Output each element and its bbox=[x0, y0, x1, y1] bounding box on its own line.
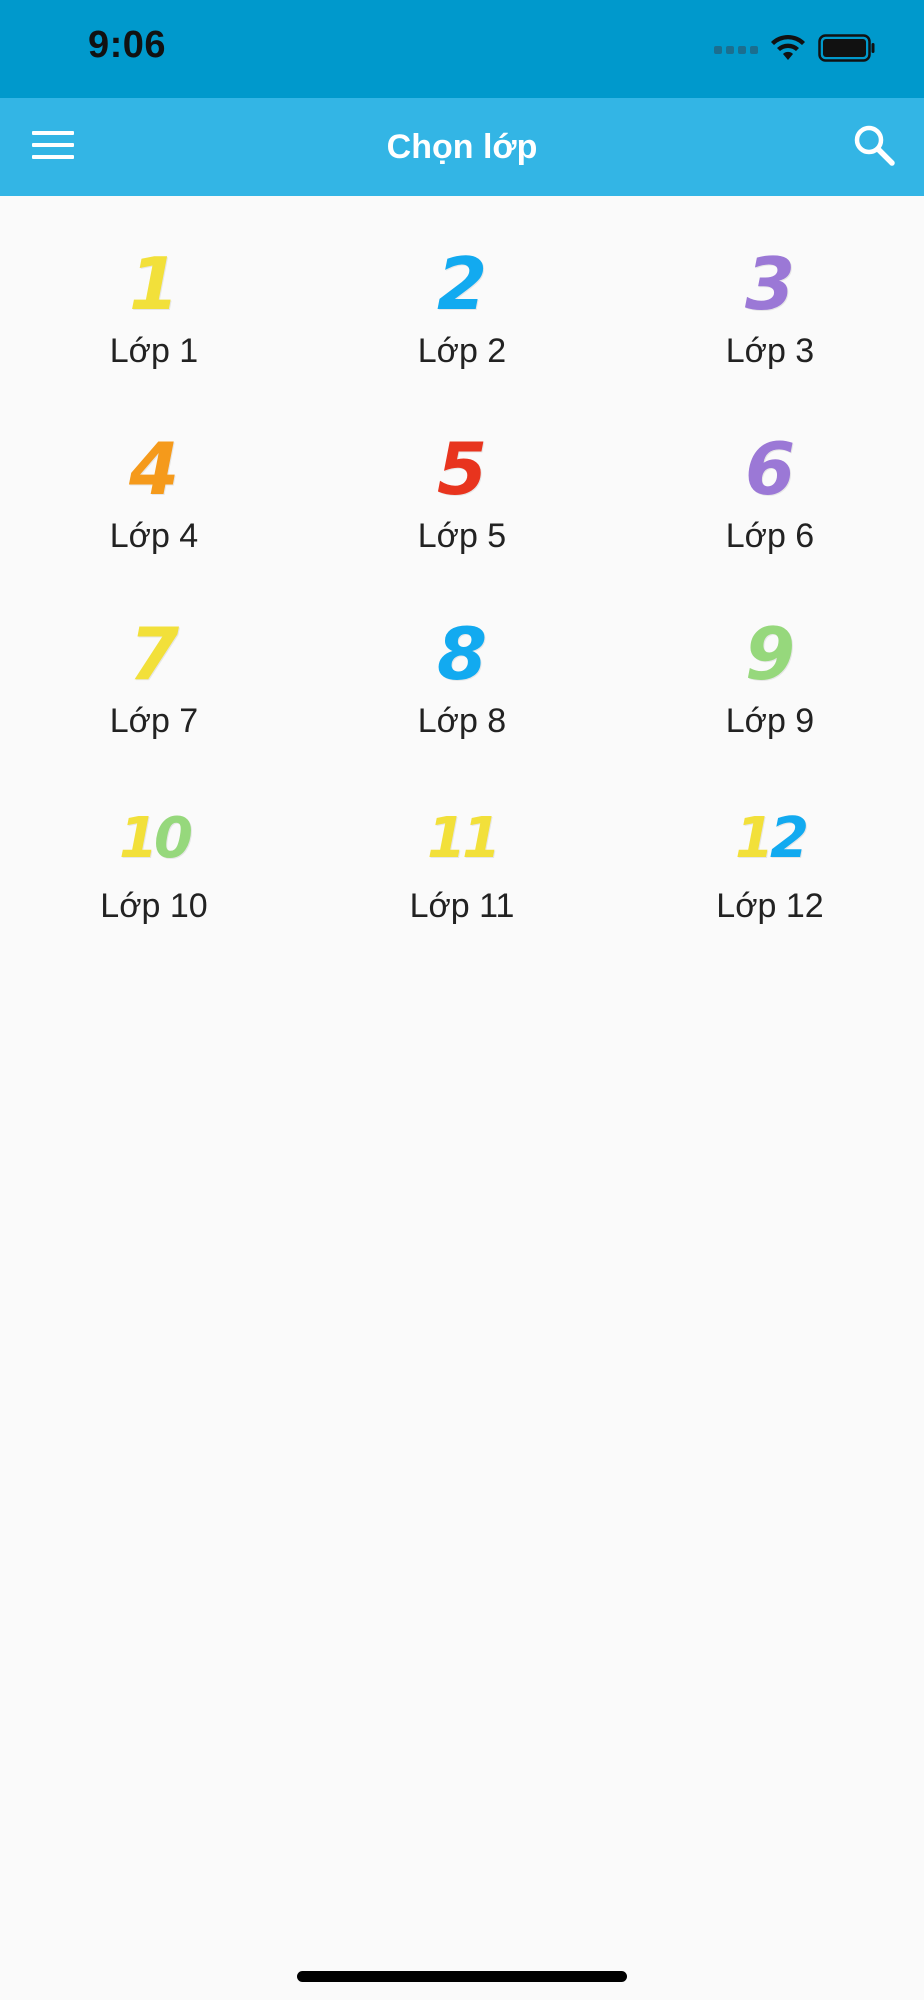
app-bar: Chọn lớp bbox=[0, 98, 924, 196]
grade-label: Lớp 7 bbox=[109, 702, 199, 740]
grade-digit: 6 bbox=[744, 427, 796, 511]
grade-number-icon: 12 bbox=[735, 801, 809, 877]
grade-item[interactable]: 8 Lớp 8 bbox=[308, 566, 616, 751]
grade-label: Lớp 9 bbox=[725, 702, 815, 740]
menu-button[interactable] bbox=[22, 120, 84, 174]
status-time: 9:06 bbox=[88, 24, 167, 66]
grade-digit: 3 bbox=[744, 242, 796, 326]
grade-number-icon: 4 bbox=[129, 431, 179, 507]
grade-digit: 2 bbox=[770, 806, 809, 871]
battery-icon bbox=[818, 33, 876, 67]
grade-item[interactable]: 2 Lớp 2 bbox=[308, 196, 616, 381]
grade-digit: 4 bbox=[128, 427, 180, 511]
grade-number-icon: 11 bbox=[427, 801, 501, 877]
grade-item[interactable]: 6 Lớp 6 bbox=[616, 381, 924, 566]
grade-label: Lớp 2 bbox=[417, 332, 507, 370]
grade-number-icon: 10 bbox=[119, 801, 193, 877]
grade-item[interactable]: 9 Lớp 9 bbox=[616, 566, 924, 751]
grade-item[interactable]: 1 2 Lớp 12 bbox=[616, 751, 924, 936]
grade-item[interactable]: 1 Lớp 1 bbox=[0, 196, 308, 381]
grade-number-icon: 7 bbox=[129, 616, 179, 692]
grade-digit: 7 bbox=[128, 612, 180, 696]
grade-digit: 9 bbox=[744, 612, 796, 696]
grade-digit: 5 bbox=[436, 427, 488, 511]
cellular-signal-icon bbox=[714, 46, 758, 54]
grade-digit: 1 bbox=[119, 806, 158, 871]
grade-digit: 8 bbox=[436, 612, 488, 696]
search-button[interactable] bbox=[844, 118, 904, 176]
grade-item[interactable]: 3 Lớp 3 bbox=[616, 196, 924, 381]
grade-digit: 0 bbox=[154, 806, 193, 871]
grade-number-icon: 8 bbox=[437, 616, 487, 692]
grade-digit: 2 bbox=[436, 242, 488, 326]
grade-number-icon: 1 bbox=[129, 246, 179, 322]
search-icon bbox=[853, 124, 895, 171]
grade-number-icon: 9 bbox=[745, 616, 795, 692]
grade-number-icon: 5 bbox=[437, 431, 487, 507]
grade-digit: 1 bbox=[735, 806, 774, 871]
grade-label: Lớp 11 bbox=[409, 887, 515, 925]
grade-number-icon: 6 bbox=[745, 431, 795, 507]
wifi-icon bbox=[770, 34, 806, 67]
grade-item[interactable]: 7 Lớp 7 bbox=[0, 566, 308, 751]
page-title: Chọn lớp bbox=[386, 128, 538, 166]
grade-label: Lớp 1 bbox=[109, 332, 199, 370]
grade-grid: 1 Lớp 1 2 Lớp 2 3 Lớp 3 4 Lớp 4 5 Lớp 5 6 Lớp 6 7 Lớp… bbox=[0, 196, 924, 936]
grade-digit: 1 bbox=[427, 806, 466, 871]
grade-number-icon: 3 bbox=[745, 246, 795, 322]
grade-item[interactable]: 1 0 Lớp 10 bbox=[0, 751, 308, 936]
grade-label: Lớp 8 bbox=[417, 702, 507, 740]
grade-number-icon: 2 bbox=[437, 246, 487, 322]
grade-item[interactable]: 1 1 Lớp 11 bbox=[308, 751, 616, 936]
status-icons bbox=[714, 33, 876, 67]
grade-digit: 1 bbox=[462, 806, 501, 871]
grade-label: Lớp 5 bbox=[417, 517, 507, 555]
grade-label: Lớp 12 bbox=[716, 887, 824, 925]
grade-label: Lớp 4 bbox=[109, 517, 199, 555]
grade-label: Lớp 10 bbox=[100, 887, 208, 925]
grade-label: Lớp 6 bbox=[725, 517, 815, 555]
home-indicator bbox=[297, 1971, 627, 1982]
menu-icon bbox=[32, 130, 74, 165]
status-bar: 9:06 bbox=[0, 0, 924, 98]
grade-item[interactable]: 4 Lớp 4 bbox=[0, 381, 308, 566]
grade-label: Lớp 3 bbox=[725, 332, 815, 370]
grade-digit: 1 bbox=[128, 242, 180, 326]
grade-item[interactable]: 5 Lớp 5 bbox=[308, 381, 616, 566]
